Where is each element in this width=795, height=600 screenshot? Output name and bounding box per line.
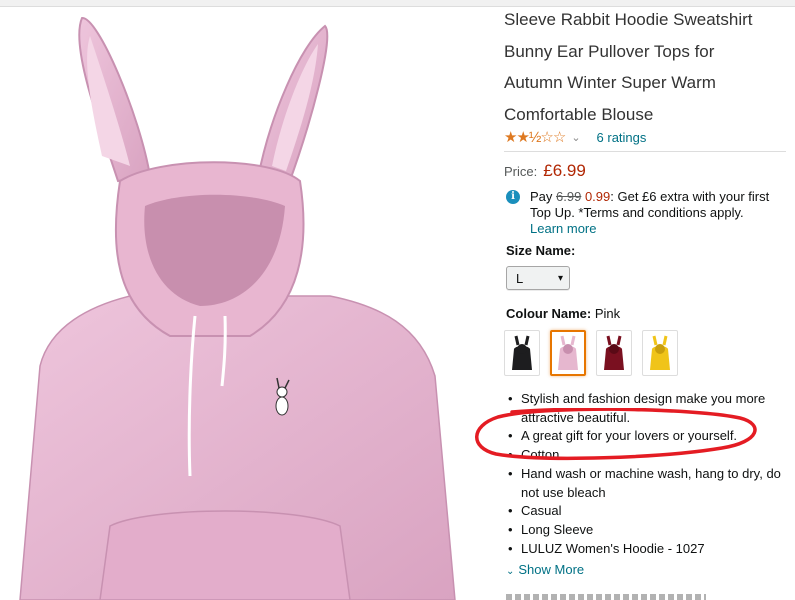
chevron-down-icon: ▾ [557, 272, 563, 284]
hoodie-thumbnail-icon [558, 335, 578, 370]
product-image[interactable] [0, 6, 470, 600]
size-selected-value: L [516, 270, 524, 286]
price-row: Price: £6.99 [504, 161, 586, 181]
product-title: Sleeve Rabbit Hoodie Sweatshirt Bunny Ea… [504, 4, 789, 130]
size-dropdown[interactable]: L ▾ [506, 266, 570, 290]
list-item: LULUZ Women's Hoodie - 1027 [508, 540, 790, 559]
colour-label-text: Colour Name: [506, 306, 592, 321]
price-label: Price: [504, 164, 538, 179]
chevron-down-icon[interactable]: ⌄ [571, 131, 580, 144]
list-item: A great gift for your lovers or yourself… [508, 427, 790, 446]
price-value: £6.99 [543, 161, 586, 180]
hoodie-thumbnail-icon [604, 335, 624, 370]
info-icon: i [506, 190, 520, 204]
feature-bullets: Stylish and fashion design make you more… [508, 390, 790, 558]
cut-off-content [506, 594, 726, 600]
colour-label: Colour Name: Pink [506, 306, 620, 321]
chevron-down-icon: ⌄ [506, 566, 515, 577]
hoodie-thumbnail-icon [650, 335, 670, 370]
show-more-link[interactable]: ⌄ Show More [506, 562, 584, 577]
promo-old-price: 6.99 [556, 189, 582, 204]
title-line: Sleeve Rabbit Hoodie Sweatshirt [504, 10, 753, 29]
colour-selected: Pink [594, 306, 621, 321]
promo-prefix: Pay [530, 189, 557, 204]
list-item: Stylish and fashion design make you more… [508, 390, 790, 427]
learn-more-link[interactable]: Learn more [530, 221, 596, 236]
ratings-link[interactable]: 6 ratings [597, 130, 647, 145]
title-line: Comfortable Blouse [504, 104, 654, 124]
title-line: Autumn Winter Super Warm [504, 73, 716, 92]
swatch-black[interactable] [504, 330, 540, 376]
swatch-pink[interactable] [550, 330, 586, 376]
promo-new-price: 0.99 [584, 189, 611, 204]
list-item: Hand wash or machine wash, hang to dry, … [508, 465, 790, 502]
rating-row: ★★½☆☆ ⌄ 6 ratings [504, 128, 646, 146]
hoodie-thumbnail-icon [512, 335, 532, 370]
title-line: Bunny Ear Pullover Tops for [504, 41, 715, 61]
star-rating-icon[interactable]: ★★½☆☆ [504, 128, 566, 146]
swatch-yellow[interactable] [642, 330, 678, 376]
list-item: Casual [508, 502, 790, 521]
list-item: Long Sleeve [508, 521, 790, 540]
swatch-red[interactable] [596, 330, 632, 376]
show-more-label: Show More [518, 562, 585, 577]
promo-text: Pay 6.99 0.99: Get £6 extra with your fi… [530, 189, 792, 237]
divider [504, 151, 786, 152]
size-label: Size Name: [506, 243, 576, 258]
colour-swatches [504, 330, 678, 376]
list-item: Cotton [508, 446, 790, 465]
